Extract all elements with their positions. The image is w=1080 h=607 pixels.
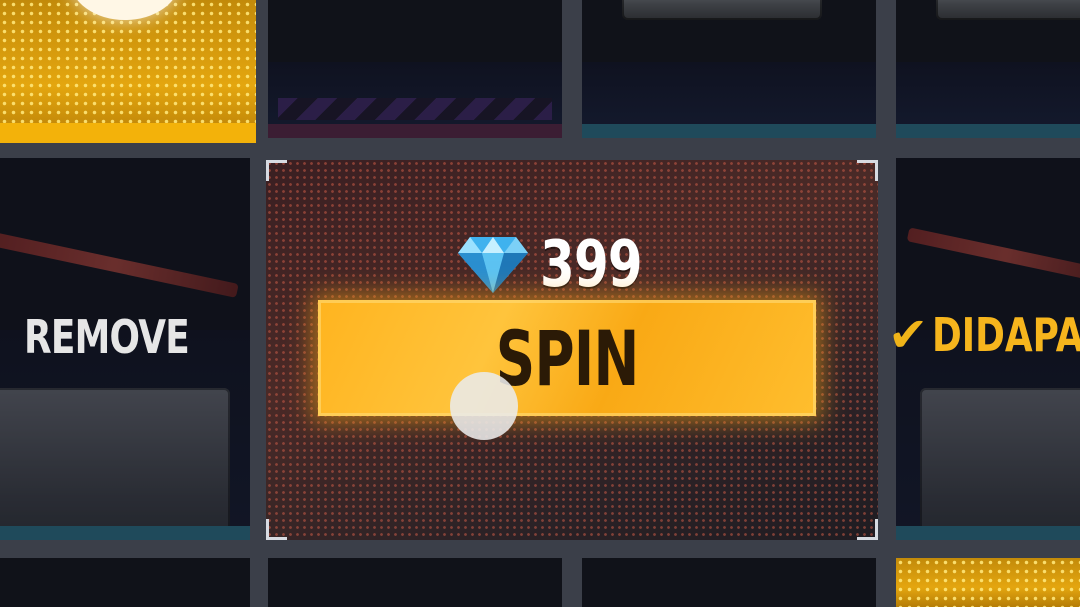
reward-tile[interactable] (268, 558, 562, 607)
tile-rim (896, 526, 1080, 540)
obtained-label: DIDAPA (932, 308, 1080, 362)
diamond-icon (458, 237, 528, 293)
obtained-status: ✔ DIDAPA (888, 308, 1080, 362)
remove-label[interactable]: REMOVE (24, 310, 190, 364)
tile-rim (0, 526, 250, 540)
tile-rim (268, 124, 562, 138)
reward-tile[interactable] (0, 558, 250, 607)
rarity-stripes (278, 98, 552, 120)
frame-corner (857, 160, 878, 181)
frame-corner (266, 519, 287, 540)
tile-rim (896, 124, 1080, 138)
crate-item (936, 0, 1080, 20)
reward-tile[interactable] (896, 0, 1080, 138)
spin-button[interactable]: SPIN (318, 300, 816, 416)
frame-corner (857, 519, 878, 540)
price-value: 399 (540, 228, 643, 302)
tile-rim (582, 124, 876, 138)
selected-bar (0, 123, 256, 143)
spin-card: 399 SPIN (266, 160, 878, 540)
reward-tile[interactable] (582, 558, 876, 607)
reward-tile[interactable] (582, 0, 876, 138)
checkmark-icon: ✔ (888, 307, 929, 363)
frame-corner (266, 160, 287, 181)
reward-item-glow (70, 0, 180, 20)
spin-button-label: SPIN (495, 313, 640, 403)
reward-tile-gold[interactable] (896, 558, 1080, 607)
spin-price: 399 (456, 228, 671, 302)
reward-tile[interactable] (268, 0, 562, 138)
touch-indicator (450, 372, 518, 440)
crate-item (622, 0, 822, 20)
reward-tile-gold[interactable] (0, 0, 256, 143)
